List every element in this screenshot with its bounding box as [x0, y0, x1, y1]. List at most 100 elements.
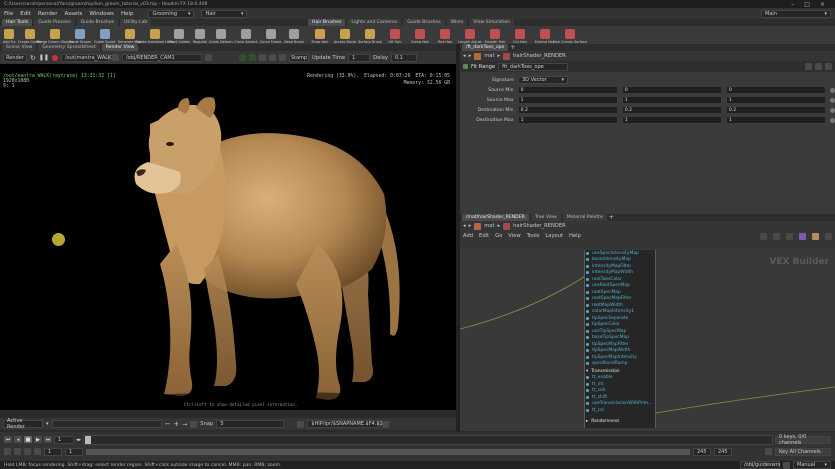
refresh-icon[interactable]: ↻	[30, 54, 36, 62]
desktop-name-selector[interactable]: Main ▾	[761, 9, 831, 18]
shelf-tool-add-fur[interactable]: Add Fur	[3, 29, 16, 44]
network-path-node[interactable]: hairShader_RENDER	[513, 223, 566, 229]
channel-icon[interactable]	[830, 107, 835, 113]
keyframe-icon[interactable]	[34, 448, 41, 455]
shelf-tool-plant-guides[interactable]: Plant Guides	[169, 29, 190, 44]
parm-field-x[interactable]: 1	[517, 116, 618, 124]
step-back-icon[interactable]: ◂	[14, 436, 22, 443]
input-connector-icon[interactable]	[586, 316, 589, 320]
input-connector-icon[interactable]	[586, 258, 589, 262]
shelf-tool-create-animated-hairs[interactable]: Create Animated Hairs	[135, 29, 174, 44]
input-connector-icon[interactable]	[586, 297, 589, 301]
shelf-tool-curve-advect[interactable]: Curve Advect	[234, 29, 257, 44]
shelf-tool-show-hair[interactable]: Show Hair	[309, 29, 331, 44]
minus-icon[interactable]: −	[165, 420, 171, 428]
loop-icon[interactable]	[14, 448, 21, 455]
signature-dropdown[interactable]: 3D Vector ▾	[518, 76, 568, 84]
input-connector-icon[interactable]	[586, 251, 589, 255]
camera-icon[interactable]	[111, 54, 119, 61]
render-button[interactable]: Render	[3, 53, 27, 62]
shelf-tool-comb-hair[interactable]: Comb Hair	[409, 29, 431, 44]
context-selector[interactable]: Hair ▾	[201, 9, 248, 18]
stop-icon[interactable]	[51, 54, 58, 61]
parm-field-y[interactable]: 1	[621, 96, 722, 104]
shelf-tab-lights-cameras[interactable]: Lights and Cameras	[347, 19, 402, 26]
add-tab-icon[interactable]: +	[510, 44, 515, 51]
folder-icon[interactable]	[382, 420, 390, 428]
key-icon[interactable]	[765, 448, 772, 455]
wrench-icon[interactable]	[760, 232, 767, 240]
shelf-tool-reguide[interactable]: Reguide	[193, 29, 207, 44]
shelf-tool-guide-groom[interactable]: Guide Groom	[69, 29, 91, 44]
vex-node-parameters[interactable]: useSpecIntensityMap baseIntensityMap inten…	[584, 250, 656, 428]
parm-field-z[interactable]: 0	[725, 86, 827, 94]
plus-icon[interactable]: +	[173, 420, 179, 428]
snapshot-icon[interactable]	[190, 420, 198, 428]
network-path-mat[interactable]: mat	[484, 223, 494, 229]
range-end-field[interactable]: 245	[693, 447, 711, 456]
menu-file[interactable]: File	[4, 11, 13, 17]
help-icon[interactable]	[815, 63, 822, 70]
input-connector-icon[interactable]	[586, 271, 589, 275]
maximize-button[interactable]: □	[804, 1, 810, 8]
parm-field-x[interactable]: 0.2	[517, 106, 618, 114]
shelf-tab-hair-brushes[interactable]: Hair Brushes	[308, 19, 346, 26]
current-frame-field[interactable]: 1	[54, 435, 74, 444]
play-icon[interactable]: ▶	[34, 436, 42, 443]
input-connector-icon[interactable]	[586, 355, 589, 359]
network-editor[interactable]: VEX Builder useSpecIntensityMap baseInten…	[460, 249, 835, 431]
shelf-tool-length-adjust[interactable]: Length Adjust	[458, 29, 482, 44]
tab-scene-view[interactable]: Scene View	[2, 44, 37, 51]
parm-field-y[interactable]: 0	[621, 86, 722, 94]
close-button[interactable]: ×	[820, 1, 825, 8]
parm-field-x[interactable]: 0	[517, 86, 618, 94]
vex-parm-specblendramp[interactable]: specBlendRamp	[585, 361, 655, 368]
forward-arrow-icon[interactable]: ▸	[469, 223, 472, 229]
menu-assets[interactable]: Assets	[64, 11, 82, 17]
shelf-tab-hair-tools[interactable]: Hair Tools	[2, 19, 33, 26]
settings-icon[interactable]	[278, 54, 286, 61]
input-connector-icon[interactable]	[586, 323, 589, 327]
render-viewport[interactable]: /out/mantra_WALK(raytrace) 13:31:32 [1] …	[0, 64, 456, 410]
range-end2-field[interactable]: 245	[714, 447, 732, 456]
shelf-tool-access-brush[interactable]: Access Brush	[334, 29, 356, 44]
key-all-channels-button[interactable]: Key All Channels	[775, 447, 831, 456]
parm-field-x[interactable]: 1	[517, 96, 618, 104]
ship-path-field[interactable]: $HIP/ipr/$SNAPNAME.$F4.$1	[307, 420, 383, 428]
delay-field[interactable]: 0.1	[390, 53, 417, 62]
arrow-right-icon[interactable]: →	[182, 421, 187, 428]
input-connector-icon[interactable]	[586, 376, 589, 380]
network-menu-view[interactable]: View	[508, 233, 520, 239]
audio-icon[interactable]	[24, 448, 31, 455]
tab-network-path[interactable]: /mat/hairShader_RENDER	[462, 214, 529, 221]
shelf-tool-cut-hair[interactable]: Cut Hair	[509, 29, 531, 44]
grid-icon[interactable]	[773, 232, 780, 240]
update-time-field[interactable]: 1	[348, 53, 371, 62]
vex-parm-usetransmissionwithprim[interactable]: useTransmissionWithPrim...	[585, 401, 655, 408]
input-connector-icon[interactable]	[586, 336, 589, 340]
input-connector-icon[interactable]	[586, 349, 589, 353]
cache-icon[interactable]	[783, 461, 790, 469]
aperture-icon[interactable]	[258, 54, 266, 61]
gear-icon[interactable]	[805, 63, 812, 70]
parm-field-y[interactable]: 0.2	[621, 106, 722, 114]
skip-end-icon[interactable]: ⏭	[44, 436, 52, 443]
chevron-down-icon[interactable]: ▾	[46, 421, 49, 427]
shelf-tool-hair-curves-surface[interactable]: Hair Curves Surface	[553, 29, 587, 44]
input-connector-icon[interactable]	[586, 277, 589, 281]
input-connector-icon[interactable]	[586, 408, 589, 412]
input-connector-icon[interactable]	[586, 329, 589, 333]
list-icon[interactable]	[786, 232, 793, 240]
shelf-tool-guide-sculpt[interactable]: Guide Sculpt	[94, 29, 116, 44]
stamp-button[interactable]: Stamp	[288, 53, 309, 62]
input-connector-icon[interactable]	[586, 382, 589, 386]
input-connector-icon[interactable]	[586, 303, 589, 307]
snap-field[interactable]: 5	[216, 420, 285, 428]
parm-field-y[interactable]: 1	[621, 116, 722, 124]
camera-path-status[interactable]: /obj/guideswrs	[740, 461, 780, 469]
channel-icon[interactable]	[830, 117, 835, 123]
tab-tree-view[interactable]: Tree View	[530, 214, 561, 221]
shelf-tool-curve-frame[interactable]: Curve Frame	[260, 29, 281, 44]
range-current-field[interactable]: 1	[65, 447, 83, 456]
input-connector-icon[interactable]	[586, 310, 589, 314]
